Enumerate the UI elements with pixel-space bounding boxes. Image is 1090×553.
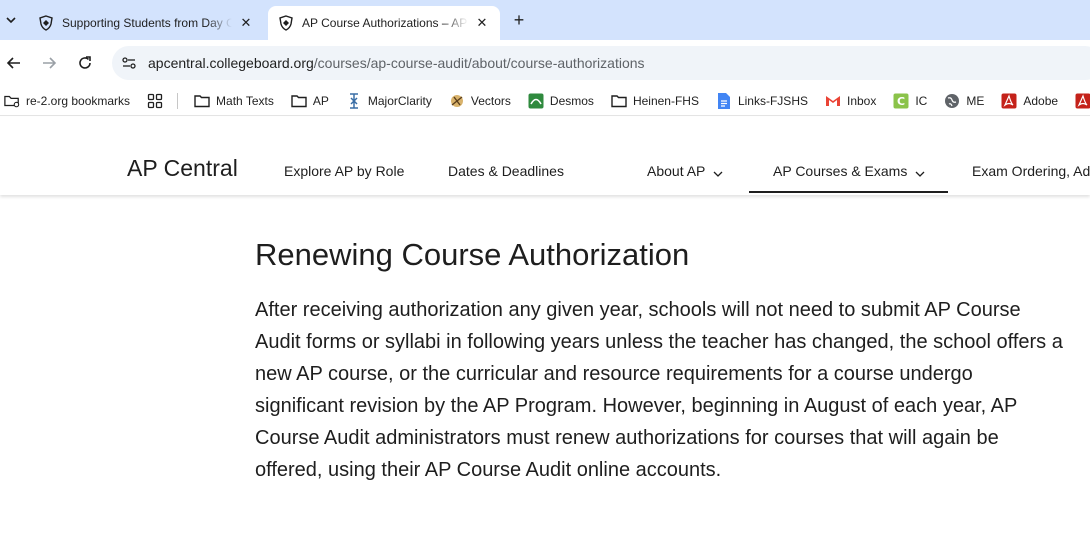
browser-toolbar: apcentral.collegeboard.org/courses/ap-co… <box>0 40 1090 86</box>
back-arrow-icon[interactable] <box>2 51 26 75</box>
bookmarks-bar: re-2.org bookmarks Math Texts AP MajorCl… <box>0 86 1090 116</box>
desmos-icon <box>528 93 544 109</box>
adobe-icon <box>1001 93 1017 109</box>
tab-supporting-students[interactable]: Supporting Students from Day One to Exam… <box>28 6 264 40</box>
site-header: AP Central Explore AP by Role Dates & De… <box>0 117 1090 195</box>
google-docs-icon <box>716 92 732 109</box>
nav-explore-ap-by-role[interactable]: Explore AP by Role <box>284 163 404 179</box>
bookmark-heinen-fhs[interactable]: Heinen-FHS <box>611 93 699 109</box>
chevron-down-icon <box>713 171 723 177</box>
folder-icon <box>194 93 210 109</box>
tab-ap-course-authorizations[interactable]: AP Course Authorizations – AP Central ✕ <box>268 6 500 40</box>
site-brand-logo[interactable]: AP Central <box>127 155 238 182</box>
nav-ap-courses-exams[interactable]: AP Courses & Exams <box>773 163 925 179</box>
apps-grid-icon <box>147 93 163 109</box>
main-content: Renewing Course Authorization After rece… <box>255 236 1075 486</box>
bookmark-vectors[interactable]: Vectors <box>449 93 511 109</box>
tab-strip: Supporting Students from Day One to Exam… <box>0 0 1090 40</box>
url-host: apcentral.collegeboard.org <box>148 55 314 71</box>
collegeboard-shield-icon <box>278 15 294 31</box>
collegeboard-shield-icon <box>38 15 54 31</box>
folder-icon <box>611 93 627 109</box>
bookmark-me[interactable]: ME <box>944 93 984 109</box>
section-paragraph: After receiving authorization any given … <box>255 299 1063 481</box>
url-text: apcentral.collegeboard.org/courses/ap-co… <box>148 55 645 71</box>
bookmark-links-fjshs[interactable]: Links-FJSHS <box>716 92 808 109</box>
bookmark-re2-org[interactable]: re-2.org bookmarks <box>4 93 130 109</box>
tab-search-chevron-icon[interactable] <box>0 8 22 32</box>
vectors-icon <box>449 93 465 109</box>
bookmark-manager-icon <box>4 93 20 109</box>
new-tab-plus-icon[interactable]: + <box>508 9 530 31</box>
bookmark-inbox[interactable]: Inbox <box>825 93 876 109</box>
url-path: /courses/ap-course-audit/about/course-au… <box>313 55 645 71</box>
nav-dates-deadlines[interactable]: Dates & Deadlines <box>448 163 564 179</box>
close-tab-icon[interactable]: ✕ <box>474 15 490 31</box>
site-settings-icon[interactable] <box>120 54 138 72</box>
bookmark-ic[interactable]: C IC <box>893 93 927 109</box>
forward-arrow-icon[interactable] <box>37 51 61 75</box>
folder-icon <box>291 93 307 109</box>
globe-icon <box>944 93 960 109</box>
bookmark-adobe-2[interactable] <box>1075 93 1090 109</box>
bookmarks-separator <box>177 92 179 109</box>
gmail-icon <box>825 93 841 109</box>
active-nav-underline <box>749 191 948 193</box>
nav-about-ap[interactable]: About AP <box>647 163 723 179</box>
address-bar[interactable]: apcentral.collegeboard.org/courses/ap-co… <box>112 46 1090 80</box>
ic-icon: C <box>893 93 909 109</box>
close-tab-icon[interactable]: ✕ <box>238 15 254 31</box>
adobe-icon <box>1075 93 1090 109</box>
bookmark-apps[interactable] <box>147 93 163 109</box>
bookmark-math-texts[interactable]: Math Texts <box>194 93 274 109</box>
bookmark-desmos[interactable]: Desmos <box>528 93 594 109</box>
nav-exam-ordering[interactable]: Exam Ordering, Administration, and Score… <box>972 163 1090 179</box>
reload-icon[interactable] <box>73 51 97 75</box>
section-heading: Renewing Course Authorization <box>255 237 690 272</box>
bookmark-ap[interactable]: AP <box>291 93 329 109</box>
majorclarity-icon <box>346 92 362 109</box>
bookmark-majorclarity[interactable]: MajorClarity <box>346 92 432 109</box>
tab-title: AP Course Authorizations – AP Central <box>302 16 468 30</box>
tab-title: Supporting Students from Day One to Exam… <box>62 16 232 30</box>
chevron-down-icon <box>915 171 925 177</box>
bookmark-adobe[interactable]: Adobe <box>1001 93 1058 109</box>
svg-text:C: C <box>897 95 905 108</box>
